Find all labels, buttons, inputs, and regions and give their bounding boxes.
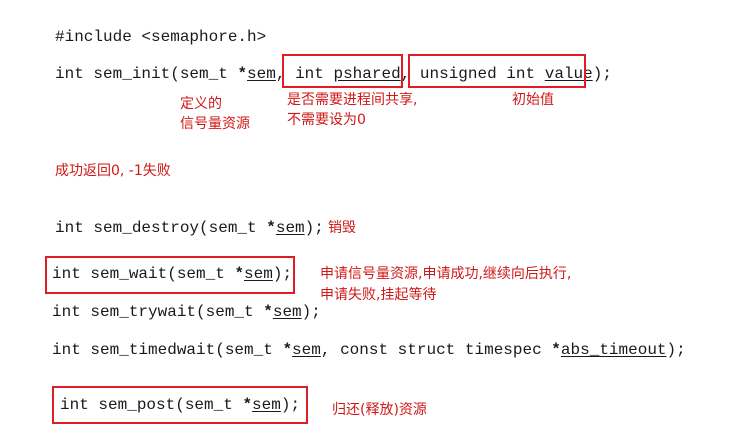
- wait-note-2: 申请失败,挂起等待: [320, 287, 437, 303]
- init-return-note: 成功返回0, -1失败: [55, 163, 171, 179]
- sem-destroy-line: int sem_destroy(sem_t *sem);: [55, 218, 324, 238]
- destroy-note: 销毁: [328, 220, 356, 236]
- sem-timedwait-line: int sem_timedwait(sem_t *sem, const stru…: [52, 340, 686, 360]
- include-line: #include <semaphore.h>: [55, 28, 267, 46]
- sem-init-sig: int sem_init(sem_t: [55, 65, 238, 83]
- close-paren: );: [301, 303, 321, 321]
- pointer-star: *: [282, 341, 293, 359]
- close-paren: );: [666, 341, 686, 359]
- pshared-note: 是否需要进程间共享,: [287, 92, 418, 108]
- timespec-type: , const struct timespec: [320, 341, 552, 359]
- param-sem: sem: [275, 219, 305, 237]
- value-note: 初始值: [512, 92, 554, 108]
- param-abs-timeout: abs_timeout: [560, 341, 667, 359]
- sem-destroy-sig: int sem_destroy(sem_t: [55, 219, 267, 237]
- param-sem: sem: [272, 303, 302, 321]
- pshared-note-2: 不需要设为0: [287, 112, 366, 128]
- param-sem: sem: [247, 65, 276, 83]
- pointer-star: *: [263, 303, 273, 321]
- pointer-star: *: [237, 65, 248, 83]
- sem-trywait-sig: int sem_trywait(sem_t: [52, 303, 264, 321]
- sem-post-highlight-box: [52, 386, 308, 424]
- sem-define-note: 定义的: [180, 96, 222, 112]
- post-note: 归还(释放)资源: [332, 402, 427, 418]
- pointer-star: *: [266, 219, 276, 237]
- sem-trywait-line: int sem_trywait(sem_t *sem);: [52, 302, 321, 322]
- wait-note: 申请信号量资源,申请成功,继续向后执行,: [320, 266, 572, 282]
- value-highlight-box: [408, 54, 586, 88]
- sem-wait-highlight-box: [45, 256, 295, 294]
- sem-timedwait-sig: int sem_timedwait(sem_t: [52, 341, 283, 359]
- pointer-star: *: [551, 341, 561, 359]
- close-paren: );: [304, 219, 324, 237]
- pshared-highlight-box: [282, 54, 403, 88]
- param-sem: sem: [292, 341, 321, 359]
- sem-define-note-2: 信号量资源: [180, 116, 250, 132]
- close-paren: );: [592, 65, 612, 83]
